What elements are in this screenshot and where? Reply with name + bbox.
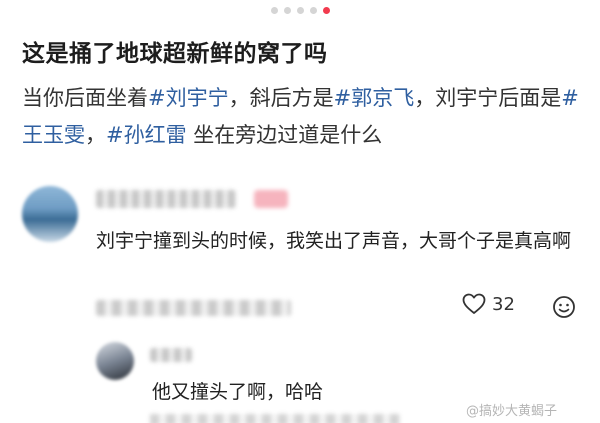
like-count: 32 <box>492 293 515 315</box>
body-text-segment: ， <box>85 123 106 147</box>
reaction-button[interactable] <box>552 295 576 323</box>
post-title: 这是捅了地球超新鲜的窝了吗 <box>22 41 328 67</box>
body-text-segment: ，斜后方是 <box>228 86 334 110</box>
replier-avatar[interactable] <box>96 342 134 380</box>
heart-icon <box>462 293 486 314</box>
replier-name-redacted[interactable] <box>150 348 192 362</box>
pager-dot[interactable] <box>270 7 278 14</box>
commenter-badge-redacted <box>254 190 288 208</box>
hashtag-link[interactable]: #孙红雷 <box>106 123 187 147</box>
body-text-segment: 坐在旁边过道是什么 <box>186 123 383 147</box>
image-pager-dots <box>0 7 600 14</box>
reply-meta-redacted <box>150 414 400 423</box>
smiley-icon <box>553 296 575 318</box>
watermark: @搞妙大黄蝎子 <box>466 404 558 419</box>
body-text-segment: 当你后面坐着 <box>22 86 148 110</box>
pager-dot[interactable] <box>309 7 317 14</box>
reply-text: 他又撞头了啊，哈哈 <box>152 381 324 403</box>
body-text-segment: ，刘宇宁后面是 <box>414 86 562 110</box>
commenter-name-redacted[interactable] <box>96 190 236 208</box>
post-body: 当你后面坐着#刘宇宁，斜后方是#郭京飞，刘宇宁后面是#王玉雯，#孙红雷 坐在旁边… <box>22 80 582 154</box>
comment-meta-redacted <box>96 300 291 316</box>
hashtag-link[interactable]: #郭京飞 <box>334 86 415 110</box>
like-button[interactable]: 32 <box>462 293 515 315</box>
pager-dot-active[interactable] <box>322 7 330 14</box>
pager-dot[interactable] <box>296 7 304 14</box>
pager-dot[interactable] <box>283 7 291 14</box>
hashtag-link[interactable]: #刘宇宁 <box>148 86 229 110</box>
comment-text: 刘宇宁撞到头的时候，我笑出了声音，大哥个子是真高啊 <box>96 230 572 252</box>
commenter-avatar[interactable] <box>22 186 78 242</box>
